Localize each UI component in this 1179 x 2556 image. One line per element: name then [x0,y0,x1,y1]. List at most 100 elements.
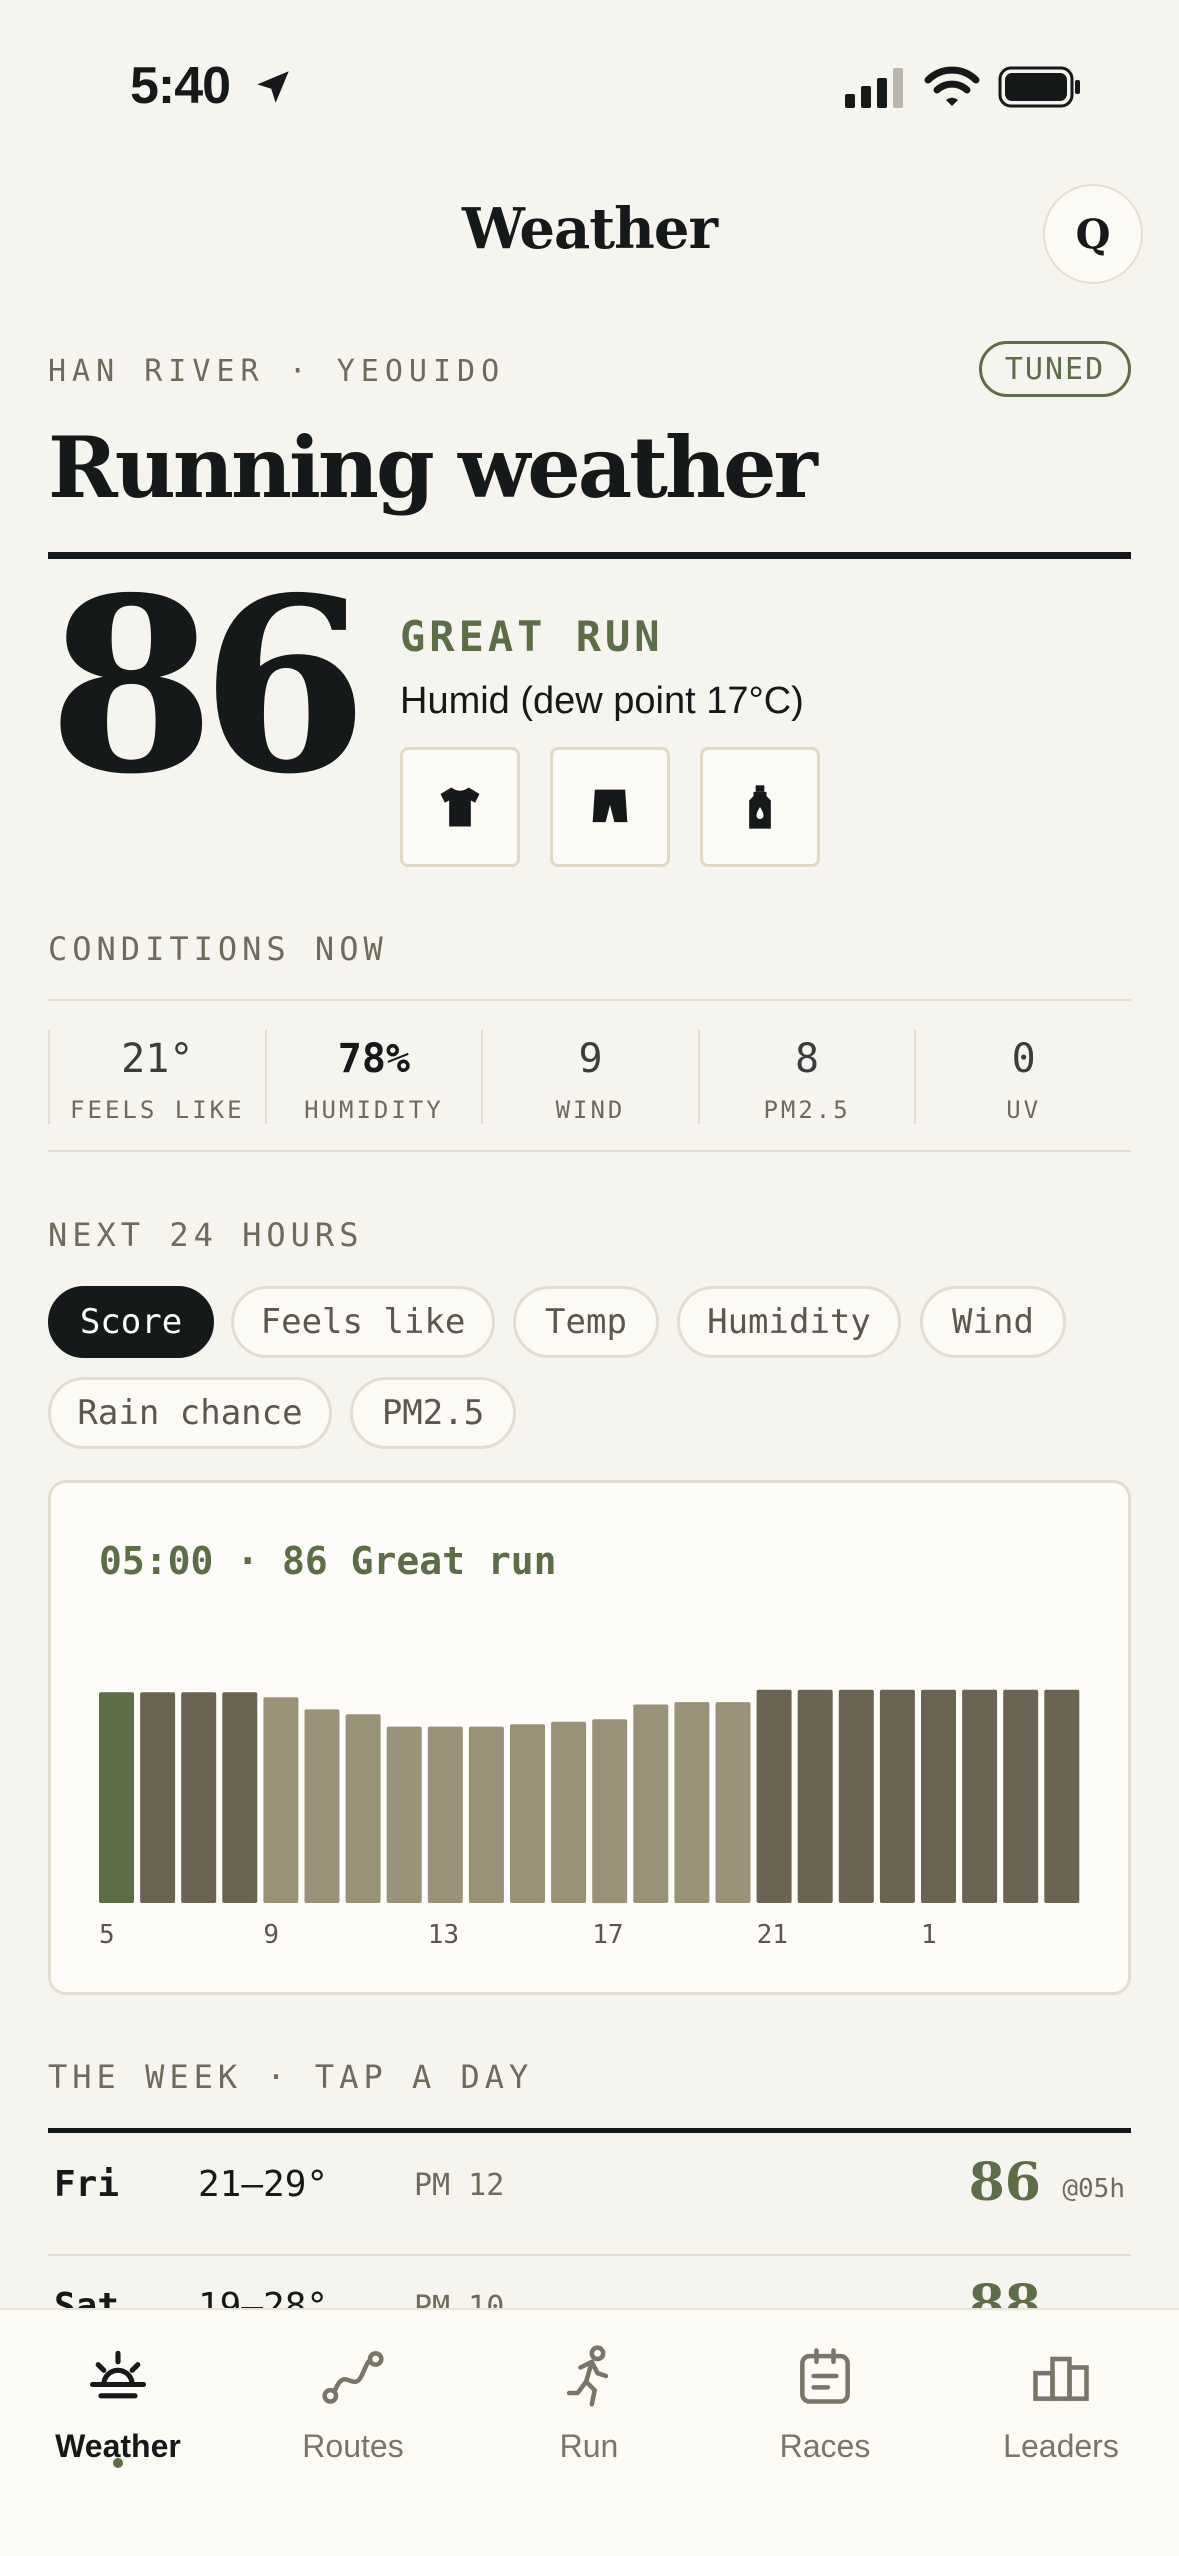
water-bottle-icon [749,785,771,829]
chart-bar[interactable] [263,1697,299,1903]
tab-run[interactable]: Run [471,2310,707,2510]
chip-humidity[interactable]: Humidity [677,1286,901,1358]
chart-bar[interactable] [592,1719,628,1904]
chart-bar[interactable] [1044,1689,1080,1903]
status-time: 5:40 [130,57,231,115]
gear-tile-bottle[interactable] [700,747,820,867]
condition-label: HUMIDITY [304,1096,444,1124]
condition-label: PM2.5 [763,1096,851,1124]
chart-bar[interactable] [921,1689,956,1903]
tab-label: Routes [302,2428,404,2464]
chart-bar[interactable] [181,1692,217,1903]
chart-bar[interactable] [551,1721,587,1903]
conditions-top-rule [48,999,1131,1001]
conditions-row: 21° FEELS LIKE 78% HUMIDITY 9 WIND 8 PM2… [48,1030,1131,1124]
chart-bar[interactable] [468,1726,504,1903]
tab-leaders[interactable]: Leaders [943,2310,1179,2510]
wifi-icon [924,66,980,106]
status-bar: 5:40 [0,0,1179,170]
chart-bar[interactable] [962,1689,998,1903]
chart-bar[interactable] [756,1689,792,1903]
condition-label: WIND [555,1096,626,1124]
chart-bar[interactable] [304,1709,340,1903]
hourly-score-chart: 5 9 13 17 21 1 [99,1689,1080,1950]
chart-bar[interactable] [1003,1689,1039,1903]
page-title: Weather [462,196,718,262]
chart-tick-label: 9 [263,1920,279,1950]
signal-icon [845,68,903,108]
condition-label: UV [1006,1096,1042,1124]
runner-icon [566,2345,609,2407]
location-arrow-icon [257,71,289,103]
condition-pm25: 8 PM2.5 [697,1030,915,1124]
chart-bar[interactable] [674,1702,710,1903]
week-day: Fri [54,2164,120,2205]
tab-races[interactable]: Races [707,2310,943,2510]
conditions-label: CONDITIONS NOW [48,930,388,968]
battery-icon [998,66,1080,108]
tuned-badge[interactable]: TUNED [979,341,1131,397]
podium-icon [1033,2356,1089,2401]
chip-wind[interactable]: Wind [920,1286,1066,1358]
chart-bar[interactable] [427,1726,463,1903]
chip-rain-chance[interactable]: Rain chance [48,1377,332,1449]
run-score: 86 [48,545,368,827]
route-icon [322,2351,384,2404]
condition-value: 21° [121,1036,194,1082]
week-divider [48,2128,1131,2133]
condition-value: 0 [1011,1036,1036,1082]
condition-value: 78% [337,1036,411,1082]
profile-button[interactable]: Q [1043,184,1143,284]
score-note: Humid (dew point 17°C) [400,680,804,722]
chart-bar[interactable] [140,1692,176,1903]
chip-temp[interactable]: Temp [513,1286,659,1358]
chart-bar[interactable] [633,1704,669,1904]
condition-feels-like: 21° FEELS LIKE [48,1030,265,1124]
tab-weather[interactable]: Weather [0,2310,236,2510]
hourly-chart-card: 05:00 · 86 Great run 5 9 13 17 21 1 [48,1480,1131,1995]
tab-label: Races [779,2428,871,2464]
location-label: HAN RIVER · YEOUIDO [48,354,506,389]
tab-routes[interactable]: Routes [235,2310,471,2510]
chart-bar[interactable] [99,1692,134,1903]
week-row[interactable]: Fri 21–29° PM 12 86 @05h [48,2134,1131,2254]
chart-bar[interactable] [510,1724,545,1903]
chart-bar[interactable] [715,1702,751,1903]
tab-label: Leaders [1003,2428,1119,2464]
chart-bar[interactable] [797,1689,833,1903]
week-score: 86 [968,2152,1041,2213]
hero-title: Running weather [48,418,818,517]
sunrise-icon [89,2350,147,2399]
tab-label: Run [559,2428,619,2464]
chart-bar[interactable] [879,1689,915,1903]
chart-tick-label: 17 [592,1920,623,1950]
tab-bar: Weather Routes Run Races Leaders [0,2308,1179,2556]
chip-feels-like[interactable]: Feels like [231,1286,495,1358]
week-pm: PM 12 [414,2168,505,2203]
chip-pm25[interactable]: PM2.5 [350,1377,516,1449]
chart-bar[interactable] [345,1714,381,1903]
chart-tick-label: 21 [757,1920,788,1950]
condition-value: 8 [795,1036,820,1082]
week-score-time: @05h [1062,2174,1125,2204]
gear-tile-shorts[interactable] [550,747,670,867]
chart-tick-label: 1 [921,1920,937,1950]
condition-wind: 9 WIND [481,1030,698,1124]
calendar-icon [800,2348,850,2404]
shorts-icon [592,789,628,823]
gear-tile-shirt[interactable] [400,747,520,867]
chart-bar[interactable] [386,1726,422,1903]
chart-bar[interactable] [838,1689,874,1903]
chart-tick-label: 5 [99,1920,115,1950]
conditions-bottom-rule [48,1150,1131,1152]
condition-label: FEELS LIKE [70,1096,245,1124]
t-shirt-icon [440,787,480,827]
score-rating: GREAT RUN [400,612,664,661]
week-temp-range: 21–29° [198,2164,329,2205]
active-tab-indicator [113,2458,123,2468]
chart-tick-label: 13 [428,1920,459,1950]
chart-bar[interactable] [222,1692,258,1903]
condition-humidity: 78% HUMIDITY [264,1030,482,1124]
next24-label: NEXT 24 HOURS [48,1216,364,1254]
chip-score[interactable]: Score [48,1286,214,1358]
